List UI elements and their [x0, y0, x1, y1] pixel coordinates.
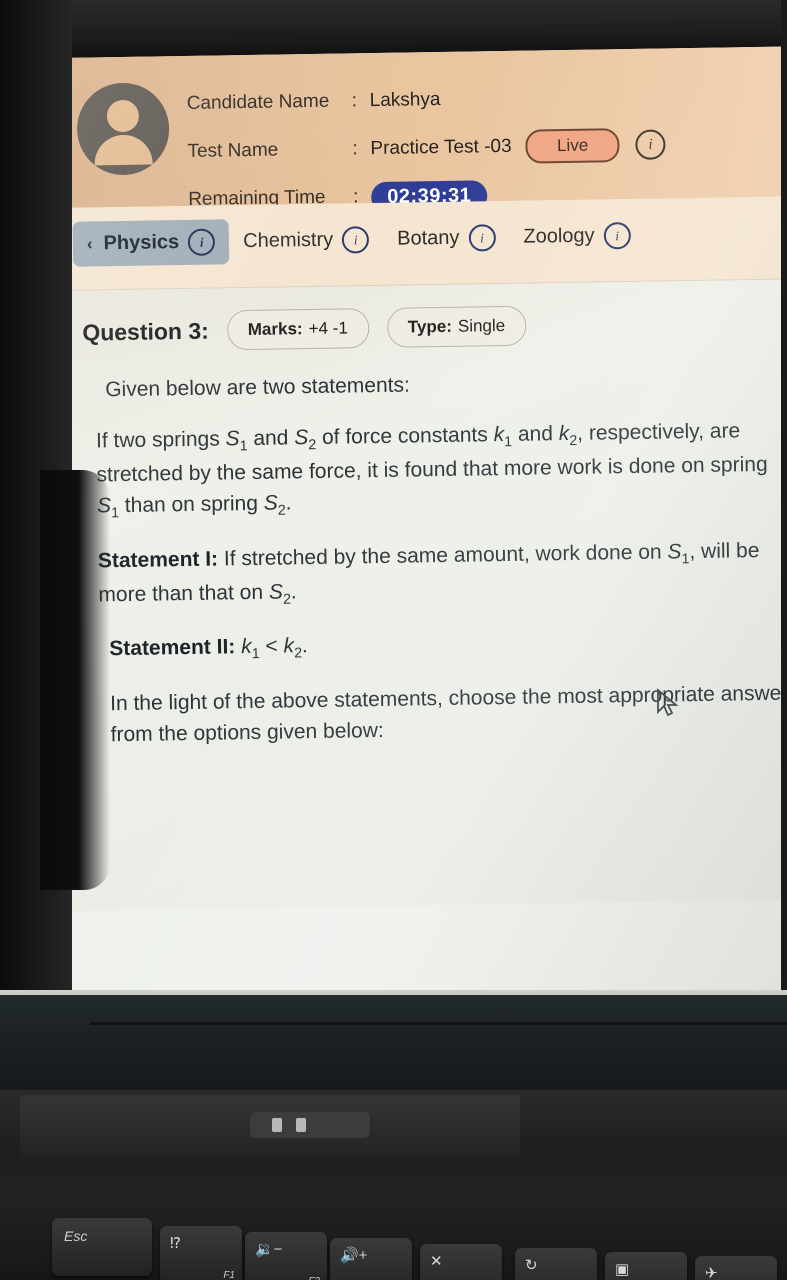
type-value: Single	[457, 315, 506, 336]
p1-S3sub: 1	[111, 505, 120, 522]
chemistry-info-icon[interactable]: i	[341, 226, 370, 254]
p1-b: and	[247, 426, 295, 451]
f1-mute-key-fn-label: F1	[223, 1270, 235, 1280]
s1-S1: S	[667, 540, 682, 564]
f4-mic-mute-key[interactable]: ✕F4	[420, 1244, 502, 1280]
statement-one-label: Statement I:	[97, 547, 219, 573]
tab-botany-label: Botany	[397, 226, 460, 250]
s2-k2: k	[283, 634, 295, 658]
question-number: Question 3:	[82, 317, 210, 346]
p1-k1: k	[493, 423, 505, 447]
marks-chip: Marks: +4 -1	[226, 308, 370, 351]
question-intro: Given below are two statements:	[105, 373, 411, 402]
chevron-left-icon: ‹	[86, 233, 93, 254]
subject-tab-bar: ‹ Physics i Chemistry i Botany i Zoology…	[58, 196, 787, 291]
screen-edge-shadow	[40, 470, 110, 890]
s1-c: .	[290, 580, 297, 604]
p1-S4: S	[263, 492, 278, 516]
s2-k2sub: 2	[294, 645, 303, 662]
f3-volume-up-key[interactable]: 🔊+F3	[330, 1238, 412, 1280]
tab-chemistry-label: Chemistry	[243, 228, 334, 253]
colon-2: :	[352, 138, 358, 160]
tab-zoology-label: Zoology	[523, 224, 595, 248]
p1-S1sub: 1	[239, 438, 248, 455]
test-name-row: Test Name : Practice Test -03 Live i	[187, 120, 666, 176]
p1-f: than on spring	[118, 492, 264, 518]
s1-S1sub: 1	[681, 551, 690, 568]
f1-mute-key[interactable]: ⁉ F1	[160, 1226, 242, 1280]
p1-k2: k	[558, 422, 570, 446]
colon-1: :	[351, 90, 358, 112]
candidate-name-row: Candidate Name : Lakshya	[186, 72, 665, 128]
statement-one: Statement I: If stretched by the same am…	[98, 534, 787, 614]
candidate-name-value: Lakshya	[369, 88, 441, 112]
f5-refresh-key[interactable]: ↻F5	[515, 1248, 597, 1280]
marks-key: Marks:	[247, 319, 303, 340]
question-paragraph: If two springs S1 and S2 of force consta…	[96, 415, 787, 526]
f1-mute-key-glyph: ⁉	[170, 1235, 181, 1252]
esc-key-label: Esc	[64, 1228, 88, 1244]
cable-connector	[250, 1112, 370, 1138]
s2-end: .	[301, 634, 308, 658]
p1-S1: S	[225, 427, 240, 451]
statement-two: Statement II: k1 < k2.	[99, 623, 787, 668]
test-name-label: Test Name	[187, 139, 279, 162]
statement-two-label: Statement II:	[109, 635, 236, 661]
marks-value: +4 -1	[308, 318, 348, 339]
f2-volume-down-key-fn-label: F2	[308, 1276, 320, 1280]
mouse-cursor-icon	[657, 688, 679, 717]
exam-header: Candidate Name : Lakshya Test Name : Pra…	[56, 46, 787, 213]
hinge-seam	[90, 1022, 787, 1025]
candidate-name-label: Candidate Name	[186, 90, 330, 114]
p1-a: If two springs	[95, 427, 226, 453]
physics-info-icon[interactable]: i	[187, 228, 216, 256]
question-panel: Question 3: Marks: +4 -1 Type: Single Gi…	[59, 279, 787, 911]
f6-display-key[interactable]: ▣F6	[605, 1252, 687, 1280]
f7-airplane-key-glyph: ✈	[705, 1265, 718, 1280]
photo-scene: Candidate Name : Lakshya Test Name : Pra…	[0, 0, 787, 1280]
tab-physics[interactable]: ‹ Physics i	[72, 219, 230, 267]
p1-c: of force constants	[316, 423, 494, 450]
tab-botany[interactable]: Botany i	[383, 215, 510, 262]
p1-d: and	[511, 422, 559, 446]
f7-airplane-key[interactable]: ✈F7	[695, 1256, 777, 1280]
s1-a: If stretched by the same amount, work do…	[217, 540, 668, 571]
s1-S2: S	[268, 580, 284, 604]
s2-op: <	[259, 634, 284, 659]
tab-chemistry[interactable]: Chemistry i	[229, 217, 384, 264]
question-header: Question 3: Marks: +4 -1 Type: Single	[60, 279, 787, 353]
question-closing: In the light of the above statements, ch…	[109, 681, 787, 747]
f2-volume-down-key[interactable]: 🔉− F2	[245, 1232, 327, 1280]
s2-k1: k	[240, 635, 252, 659]
laptop-bezel-right	[781, 0, 787, 1010]
f5-refresh-key-glyph: ↻	[525, 1257, 538, 1274]
test-name-value: Practice Test -03	[370, 135, 512, 160]
tab-zoology[interactable]: Zoology i	[509, 213, 645, 260]
tab-physics-label: Physics	[103, 231, 180, 255]
esc-key[interactable]: Esc	[52, 1218, 152, 1276]
laptop-screen: Candidate Name : Lakshya Test Name : Pra…	[56, 46, 787, 1008]
live-badge: Live	[525, 128, 620, 164]
p1-S4sub: 2	[277, 503, 286, 520]
botany-info-icon[interactable]: i	[468, 224, 496, 252]
header-info-icon[interactable]: i	[635, 129, 666, 160]
f2-volume-down-key-glyph: 🔉−	[255, 1241, 283, 1258]
p1-g: .	[285, 491, 292, 515]
f4-mic-mute-key-glyph: ✕	[430, 1253, 443, 1270]
type-chip: Type: Single	[386, 305, 527, 348]
f6-display-key-glyph: ▣	[615, 1261, 630, 1278]
f3-volume-up-key-glyph: 🔊+	[340, 1247, 368, 1264]
zoology-info-icon[interactable]: i	[603, 221, 631, 250]
p1-S2: S	[294, 426, 309, 450]
type-key: Type:	[407, 316, 453, 337]
